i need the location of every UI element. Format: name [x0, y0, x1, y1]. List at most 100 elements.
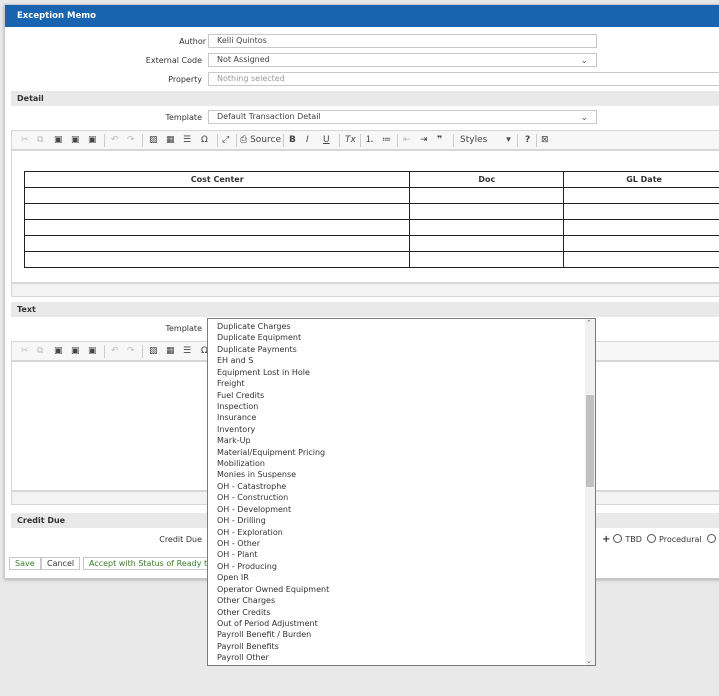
save-button[interactable]: Save: [9, 557, 41, 570]
dropdown-option[interactable]: OH - Catastrophe: [208, 481, 595, 492]
detail-template-select[interactable]: Default Transaction Detail ⌄: [208, 110, 597, 124]
dropdown-option[interactable]: OH - Producing: [208, 561, 595, 572]
dropdown-option[interactable]: OH - Other: [208, 538, 595, 549]
dropdown-option[interactable]: Inspection: [208, 401, 595, 412]
table-icon[interactable]: ▦: [166, 346, 175, 357]
toolbar-separator: [104, 345, 105, 358]
table-row[interactable]: [23, 203, 719, 220]
dropdown-option[interactable]: Payroll Other: [208, 652, 595, 663]
table-icon[interactable]: ▦: [166, 135, 175, 146]
detail-table[interactable]: Cost Center Doc GL Date: [23, 171, 719, 268]
toolbar-separator: [283, 134, 284, 147]
dropdown-option[interactable]: Other Charges: [208, 595, 595, 606]
dropdown-option[interactable]: Mark-Up: [208, 435, 595, 446]
paste-word-icon[interactable]: ▣: [88, 135, 97, 146]
undo-icon[interactable]: ↶: [111, 346, 119, 357]
scroll-down-icon[interactable]: ⌄: [586, 657, 592, 665]
dropdown-option[interactable]: Operator Owned Equipment: [208, 584, 595, 595]
dropdown-option[interactable]: Open IR: [208, 572, 595, 583]
text-section-header: Text: [11, 302, 719, 317]
dropdown-option[interactable]: Freight: [208, 378, 595, 389]
copy-icon[interactable]: ⧉: [37, 135, 43, 146]
numbered-list-icon[interactable]: ⒈: [365, 135, 374, 146]
dropdown-option[interactable]: OH - Construction: [208, 492, 595, 503]
table-row[interactable]: [23, 187, 719, 204]
help-button[interactable]: ?: [525, 135, 530, 146]
add-icon[interactable]: +: [602, 534, 610, 545]
author-field[interactable]: Kelli Quintos: [208, 34, 597, 48]
cancel-button[interactable]: Cancel: [41, 557, 81, 570]
remove-format-button[interactable]: Tx: [345, 135, 356, 146]
dropdown-option[interactable]: Other Credits: [208, 607, 595, 618]
dropdown-option[interactable]: Fuel Credits: [208, 390, 595, 401]
horizontal-line-icon[interactable]: ☰: [183, 135, 191, 146]
credit-due-label: Credit Due: [159, 535, 202, 544]
redo-icon[interactable]: ↷: [127, 135, 135, 146]
dropdown-option[interactable]: EH and S: [208, 355, 595, 366]
toolbar-separator: [517, 134, 518, 147]
dropdown-option[interactable]: OH - Plant: [208, 549, 595, 560]
dropdown-option[interactable]: OH - Exploration: [208, 527, 595, 538]
dropdown-option[interactable]: Duplicate Charges: [208, 321, 595, 332]
toolbar-separator: [360, 134, 361, 147]
detail-template-value: Default Transaction Detail: [217, 112, 321, 121]
radio-tbd[interactable]: [613, 534, 623, 543]
bulleted-list-icon[interactable]: ≔: [382, 135, 391, 146]
scroll-up-icon[interactable]: ⌃: [586, 319, 592, 327]
chevron-down-icon: ⌄: [580, 56, 588, 66]
property-select[interactable]: Nothing selected: [208, 72, 719, 86]
dropdown-option[interactable]: OH - Development: [208, 504, 595, 515]
horizontal-line-icon[interactable]: ☰: [183, 346, 191, 357]
radio-n[interactable]: [706, 534, 716, 543]
redo-icon[interactable]: ↷: [127, 346, 135, 357]
template-dropdown-list[interactable]: Duplicate Charges Duplicate Equipment Dupl…: [207, 318, 596, 666]
bold-button[interactable]: B: [289, 135, 296, 146]
radio-procedural[interactable]: [647, 534, 657, 543]
indent-icon[interactable]: ⇥: [420, 135, 428, 146]
table-row[interactable]: [23, 235, 719, 252]
copy-icon[interactable]: ⧉: [37, 346, 43, 357]
dropdown-option[interactable]: Payroll Benefit / Burden: [208, 629, 595, 640]
image-icon[interactable]: ▨: [149, 135, 158, 146]
paste-icon[interactable]: ▣: [54, 346, 63, 357]
paste-word-icon[interactable]: ▣: [88, 346, 97, 357]
toolbar-separator: [104, 134, 105, 147]
italic-button[interactable]: I: [306, 135, 309, 146]
table-row[interactable]: [23, 251, 719, 268]
external-code-select[interactable]: Not Assigned ⌄: [208, 53, 597, 67]
dropdown-option[interactable]: Material/Equipment Pricing: [208, 447, 595, 458]
dropdown-option[interactable]: Insurance: [208, 412, 595, 423]
toolbar-separator: [142, 345, 143, 358]
property-label: Property: [168, 75, 202, 84]
dropdown-option[interactable]: Equipment Lost in Hole: [208, 367, 595, 378]
dropdown-option[interactable]: OH - Drilling: [208, 515, 595, 526]
dropdown-option[interactable]: Duplicate Equipment: [208, 332, 595, 343]
paste-icon[interactable]: ▣: [54, 135, 63, 146]
styles-dropdown[interactable]: Styles ▾: [460, 135, 511, 146]
paste-text-icon[interactable]: ▣: [71, 346, 80, 357]
paste-text-icon[interactable]: ▣: [71, 135, 80, 146]
accept-button[interactable]: Accept with Status of Ready to Ap: [83, 557, 208, 570]
dropdown-option[interactable]: Duplicate Payments: [208, 344, 595, 355]
detail-editor-footer: [11, 283, 719, 297]
dropdown-option[interactable]: Inventory: [208, 424, 595, 435]
dropdown-option[interactable]: Payroll Benefits: [208, 641, 595, 652]
image-icon[interactable]: ▨: [149, 346, 158, 357]
toolbar-separator: [142, 134, 143, 147]
table-row[interactable]: [23, 219, 719, 236]
outdent-icon[interactable]: ⇤: [403, 135, 411, 146]
special-char-icon[interactable]: Ω: [201, 135, 208, 146]
underline-button[interactable]: U: [323, 135, 330, 146]
undo-icon[interactable]: ↶: [111, 135, 119, 146]
scrollbar-thumb[interactable]: [586, 394, 594, 487]
cut-icon[interactable]: ✂: [21, 135, 29, 146]
dropdown-option[interactable]: Monies in Suspense: [208, 469, 595, 480]
cut-icon[interactable]: ✂: [21, 346, 29, 357]
dropdown-option[interactable]: Mobilization: [208, 458, 595, 469]
maximize-icon[interactable]: ⤢: [222, 135, 229, 146]
source-button[interactable]: ⎙ Source: [240, 135, 281, 146]
dropdown-scrollbar[interactable]: ⌃ ⌄: [585, 319, 595, 665]
dropdown-option[interactable]: Out of Period Adjustment: [208, 618, 595, 629]
blockquote-button[interactable]: ❞: [437, 135, 442, 146]
spellcheck-icon[interactable]: ⊠: [541, 135, 549, 146]
